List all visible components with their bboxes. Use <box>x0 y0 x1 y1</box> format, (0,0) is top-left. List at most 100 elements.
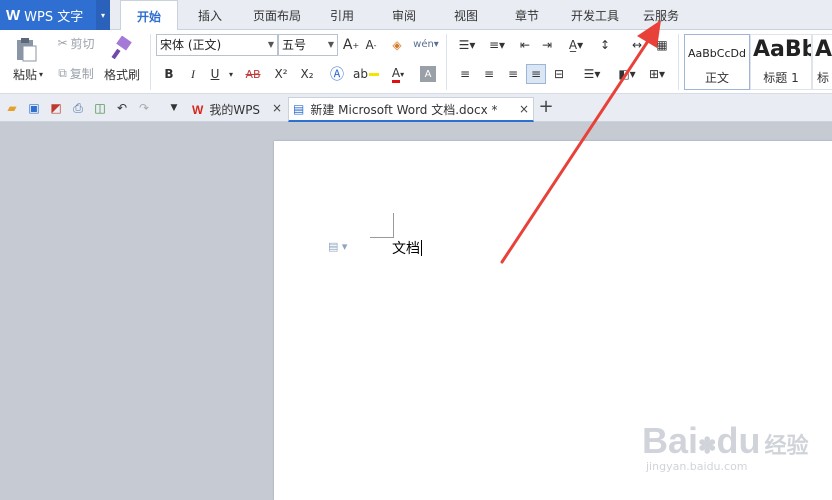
format-painter-button[interactable]: 格式刷 <box>102 66 142 82</box>
paste-label: 粘贴 <box>12 67 37 82</box>
character-shading-icon[interactable]: A <box>420 66 436 82</box>
font-name-value: 宋体 (正文) <box>160 38 222 52</box>
increase-indent-icon[interactable]: ⇥ <box>538 36 556 54</box>
print-preview-icon[interactable]: ◫ <box>92 100 108 116</box>
tab-view[interactable]: 视图 <box>446 0 486 30</box>
style-name: 标 <box>817 71 830 85</box>
close-icon[interactable]: × <box>519 102 529 116</box>
tab-cloud-service[interactable]: 云服务 <box>636 0 686 30</box>
text-cursor <box>421 240 422 256</box>
strikethrough-button[interactable]: AB <box>240 64 266 84</box>
save-icon[interactable]: ▣ <box>26 100 42 116</box>
italic-button[interactable]: I <box>184 64 202 84</box>
underline-button[interactable]: U <box>206 64 224 84</box>
undo-icon[interactable]: ↶ <box>114 100 130 116</box>
chevron-down-icon[interactable]: ▾ <box>96 0 110 30</box>
margin-marker <box>370 237 394 238</box>
chevron-down-icon: ▼ <box>267 40 274 49</box>
scissors-icon: ✂ <box>57 36 68 50</box>
grow-font-button[interactable]: A + <box>342 36 360 54</box>
line-spacing-icon[interactable]: ☰▾ <box>578 64 606 84</box>
change-case-icon[interactable]: A̲▾ <box>562 36 590 54</box>
doc-tab-active-document[interactable]: ▤ 新建 Microsoft Word 文档.docx * × <box>288 97 534 122</box>
numbered-list-icon[interactable]: ≡▾ <box>484 36 510 54</box>
close-icon[interactable]: × <box>272 101 282 115</box>
copy-icon: ⧉ <box>58 65 67 80</box>
copy-button[interactable]: ⧉ 复制 <box>52 64 100 82</box>
document-text[interactable]: 文档 <box>392 238 422 258</box>
cut-button[interactable]: ✂ 剪切 <box>52 34 100 52</box>
tab-insert[interactable]: 插入 <box>186 0 234 30</box>
paste-button[interactable]: 粘贴 ▾ <box>8 66 48 82</box>
style-preview: AaBb <box>753 37 811 62</box>
tab-developer-tools[interactable]: 开发工具 <box>564 0 626 30</box>
margin-marker <box>393 213 394 237</box>
open-folder-icon[interactable]: ▰ <box>4 100 20 116</box>
show-marks-icon[interactable]: ↔ <box>626 36 648 54</box>
align-left-icon[interactable]: ≡ <box>456 64 474 84</box>
style-preview: AaBbCcDd <box>688 47 746 60</box>
tab-references[interactable]: 引用 <box>322 0 362 30</box>
document-icon: ▤ <box>293 102 305 116</box>
table-icon[interactable]: ▦ <box>652 36 672 54</box>
watermark-brand-2: du <box>716 420 761 461</box>
bullet-list-icon[interactable]: ☰▾ <box>454 36 480 54</box>
style-normal[interactable]: AaBbCcDd 正文 <box>684 34 750 90</box>
paste-icon[interactable] <box>12 34 40 64</box>
font-size-value: 五号 <box>282 38 307 52</box>
superscript-button[interactable]: X² <box>270 64 292 84</box>
style-name: 标题 1 <box>763 71 799 85</box>
wps-logo-icon: W <box>6 6 21 24</box>
ribbon: 粘贴 ▾ ✂ 剪切 ⧉ 复制 格式刷 宋体 (正文) ▼ 五号 ▼ A + A- ◈ wén… <box>0 30 832 94</box>
copy-label: 复制 <box>69 66 94 81</box>
redo-icon[interactable]: ↷ <box>136 100 152 116</box>
borders-icon[interactable]: ⊞▾ <box>644 64 670 84</box>
font-color-button[interactable]: A ▾ <box>386 64 410 84</box>
document-tab-bar: ▰ ▣ ◩ ⎙ ◫ ↶ ↷ ▼ W 我的WPS × ▤ 新建 Microsoft… <box>0 94 832 122</box>
style-name: 正文 <box>704 71 729 85</box>
app-name: WPS 文字 <box>24 9 84 25</box>
align-center-icon[interactable]: ≡ <box>480 64 498 84</box>
style-heading-2[interactable]: A 标 <box>812 34 832 90</box>
export-pdf-icon[interactable]: ◩ <box>48 100 64 116</box>
underline-dropdown-icon[interactable]: ▾ <box>226 64 236 84</box>
font-color-label: A <box>391 66 401 83</box>
watermark-brand: Bai <box>642 420 699 461</box>
divider <box>678 34 679 90</box>
font-size-select[interactable]: 五号 ▼ <box>278 34 338 56</box>
format-painter-icon[interactable] <box>108 34 136 62</box>
watermark-cn: 经验 <box>764 434 809 459</box>
align-right-icon[interactable]: ≡ <box>504 64 522 84</box>
shrink-font-button[interactable]: A- <box>362 36 380 54</box>
baidu-watermark: Bai✽du 经验 jingyan.baidu.com <box>642 420 832 496</box>
phonetic-guide-icon[interactable]: wén▾ <box>412 34 440 54</box>
sort-icon[interactable]: ↕ <box>594 36 616 54</box>
shading-icon[interactable]: ◧▾ <box>614 64 640 84</box>
bold-button[interactable]: B <box>160 64 178 84</box>
subscript-button[interactable]: X₂ <box>296 64 318 84</box>
tab-home[interactable]: 开始 <box>120 0 178 31</box>
app-menu-button[interactable]: W WPS 文字 ▾ <box>0 0 110 30</box>
highlight-icon[interactable]: ab <box>352 64 380 84</box>
distributed-align-icon[interactable]: ⊟ <box>550 64 568 84</box>
tab-chapter[interactable]: 章节 <box>507 0 547 30</box>
grow-font-label: A <box>342 37 353 53</box>
new-tab-icon[interactable]: + <box>538 96 554 117</box>
doc-tab-label: 我的WPS <box>209 103 261 117</box>
menu-bar: W WPS 文字 ▾ 开始 插入 页面布局 引用 审阅 视图 章节 开发工具 云… <box>0 0 832 31</box>
style-heading-1[interactable]: AaBb 标题 1 <box>750 34 812 90</box>
chevron-down-icon: ▼ <box>327 40 334 49</box>
cut-label: 剪切 <box>70 36 95 51</box>
tab-page-layout[interactable]: 页面布局 <box>246 0 308 30</box>
print-icon[interactable]: ⎙ <box>70 100 86 116</box>
clear-format-icon[interactable]: ◈ <box>388 36 406 54</box>
customize-toolbar-icon[interactable]: ▼ <box>166 100 182 116</box>
justify-icon[interactable]: ≡ <box>526 64 546 84</box>
doc-tab-my-wps[interactable]: W 我的WPS × <box>186 97 286 122</box>
text-effect-icon[interactable]: Ⓐ <box>326 64 348 84</box>
font-name-select[interactable]: 宋体 (正文) ▼ <box>156 34 278 56</box>
tab-review[interactable]: 审阅 <box>384 0 424 30</box>
decrease-indent-icon[interactable]: ⇤ <box>516 36 534 54</box>
document-text-content: 文档 <box>392 241 420 257</box>
paragraph-layout-icon[interactable]: ▤ ▾ <box>328 240 347 253</box>
